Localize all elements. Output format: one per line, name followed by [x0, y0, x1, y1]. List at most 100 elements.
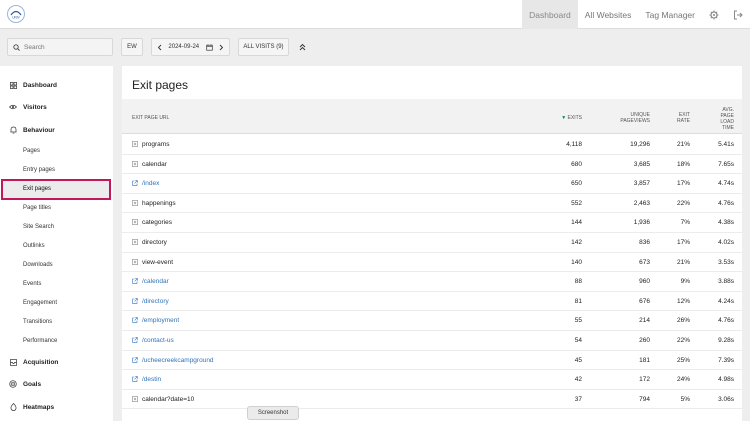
chevron-left-icon[interactable] [157, 44, 162, 51]
cell-exit-rate: 21% [676, 141, 690, 148]
cell-url[interactable]: /ucheecreekcampground [142, 351, 442, 370]
cell-url[interactable]: /index [142, 174, 442, 193]
sidebar-item-outlinks[interactable]: Outlinks [23, 241, 45, 251]
table-row[interactable]: programs 4,118 19,296 21% 5.41s [122, 135, 742, 155]
external-link-icon[interactable] [132, 278, 138, 284]
cell-avg-load-time: 7.65s [718, 160, 734, 168]
expand-row-icon[interactable] [132, 141, 138, 147]
sidebar-item-performance[interactable]: Performance [23, 336, 57, 346]
sidebar-item-events[interactable]: Events [23, 279, 41, 289]
cell-url[interactable]: programs [142, 135, 442, 154]
date-value[interactable]: 2024-09-24 [168, 44, 199, 50]
nav-dashboard[interactable]: Dashboard [522, 0, 578, 29]
table-row[interactable]: calendar 680 3,685 18% 7.65s [122, 155, 742, 175]
sidebar-item-site-search[interactable]: Site Search [23, 222, 54, 232]
cell-exit-rate: 26% [676, 317, 690, 325]
cell-exits: 55 [574, 317, 582, 325]
logout-icon[interactable] [726, 0, 750, 29]
chevron-right-icon[interactable] [219, 44, 224, 51]
sidebar-item-exit-pages[interactable]: Exit pages [1, 179, 111, 200]
column-header-exit-rate[interactable]: EXIT RATE [662, 112, 690, 124]
column-header-url[interactable]: EXIT PAGE URL [132, 115, 169, 121]
cell-exits: 650 [571, 180, 582, 188]
sidebar-label-visitors: Visitors [23, 103, 47, 111]
cell-exits: 42 [574, 376, 582, 384]
table-row[interactable]: /destin 42 172 24% 4.98s [122, 370, 742, 390]
sidebar-item-heatmaps[interactable]: Heatmaps [9, 401, 54, 413]
column-header-avg-load-time[interactable]: AVG. PAGE LOAD TIME [702, 107, 734, 131]
external-link-icon[interactable] [132, 356, 138, 363]
screenshot-toast[interactable]: Screenshot [247, 406, 299, 420]
sidebar-item-acquisition[interactable]: Acquisition [9, 356, 58, 368]
cell-exits: 54 [574, 337, 582, 344]
search-input[interactable] [24, 43, 104, 51]
sort-desc-icon: ▼ [561, 115, 567, 121]
external-link-icon[interactable] [132, 317, 138, 324]
table-row[interactable]: happenings 552 2,463 22% 4.76s [122, 194, 742, 214]
sidebar-item-downloads[interactable]: Downloads [23, 260, 53, 270]
expand-row-icon[interactable] [132, 199, 138, 206]
nav-tag-manager[interactable]: Tag Manager [638, 0, 702, 29]
cell-url[interactable]: directory [142, 233, 442, 252]
expand-row-icon[interactable] [132, 160, 138, 167]
sidebar-item-transitions[interactable]: Transitions [23, 317, 52, 327]
table-row[interactable]: categories 144 1,936 7% 4.38s [122, 213, 742, 233]
top-nav: Dashboard All Websites Tag Manager [522, 0, 750, 29]
sidebar-item-pages[interactable]: Pages [23, 146, 40, 156]
table-row[interactable]: /ucheecreekcampground 45 181 25% 7.39s [122, 351, 742, 371]
sidebar-item-behaviour[interactable]: Behaviour [9, 124, 55, 136]
visits-label: ALL VISITS [243, 44, 275, 50]
flame-icon [9, 403, 17, 411]
sidebar-item-entry-pages[interactable]: Entry pages [23, 165, 55, 175]
expand-row-icon[interactable] [132, 258, 138, 265]
sidebar-item-visitors[interactable]: Visitors [9, 101, 47, 113]
calendar-icon[interactable] [205, 43, 213, 51]
external-link-icon[interactable] [132, 337, 138, 343]
cell-url[interactable]: /directory [142, 292, 442, 311]
cell-url[interactable]: happenings [142, 194, 442, 213]
expand-row-icon[interactable] [132, 395, 138, 402]
cell-exit-rate: 9% [680, 278, 690, 286]
table-row[interactable]: view-event 140 673 21% 3.53s [122, 253, 742, 273]
cell-url[interactable]: view-event [142, 253, 442, 272]
cell-avg-load-time: 7.39s [718, 356, 734, 364]
sidebar-item-dashboard[interactable]: Dashboard [9, 79, 57, 91]
all-visits-segment[interactable]: ALL VISITS (9) [238, 38, 289, 56]
table-row[interactable]: calendar?date=10 37 794 5% 3.06s [122, 390, 742, 410]
cell-url[interactable]: calendar [142, 155, 442, 174]
site-logo[interactable]: UNIV [7, 5, 25, 23]
collapse-icon[interactable] [296, 40, 308, 54]
column-header-unique-line2: PAGEVIEWS [620, 118, 650, 124]
expand-row-icon[interactable] [132, 239, 138, 245]
expand-row-icon[interactable] [132, 219, 138, 226]
table-row[interactable]: /contact-us 54 260 22% 9.28s [122, 331, 742, 351]
sidebar-item-goals[interactable]: Goals [9, 378, 41, 390]
cell-url[interactable]: /calendar [142, 272, 442, 291]
cell-url[interactable]: /employment [142, 311, 442, 330]
column-header-exits[interactable]: ▼ EXITS [527, 115, 582, 121]
nav-all-websites[interactable]: All Websites [578, 0, 639, 29]
table-row[interactable]: directory 142 836 17% 4.02s [122, 233, 742, 253]
segment-button[interactable]: EW [121, 38, 143, 56]
cell-unique-pageviews: 260 [639, 337, 650, 344]
sidebar-item-page-titles[interactable]: Page titles [23, 203, 51, 213]
cell-url[interactable]: /contact-us [142, 331, 442, 350]
external-link-icon[interactable] [132, 298, 138, 304]
cell-unique-pageviews: 3,685 [633, 160, 650, 168]
search-box[interactable] [7, 38, 113, 56]
sidebar-label-dashboard: Dashboard [23, 81, 57, 89]
cell-unique-pageviews: 794 [639, 395, 650, 403]
table-row[interactable]: /directory 81 676 12% 4.24s [122, 292, 742, 312]
gear-icon[interactable] [702, 0, 726, 29]
cell-url[interactable]: categories [142, 213, 442, 232]
cell-url[interactable]: /destin [142, 370, 442, 389]
external-link-icon[interactable] [132, 180, 138, 186]
table-row[interactable]: /calendar 88 960 9% 3.88s [122, 272, 742, 292]
table-row[interactable]: /index 650 3,857 17% 4.74s [122, 174, 742, 194]
external-link-icon[interactable] [132, 376, 138, 382]
date-selector[interactable]: 2024-09-24 [151, 38, 230, 56]
sidebar-item-engagement[interactable]: Engagement [23, 298, 57, 308]
cell-unique-pageviews: 960 [639, 278, 650, 286]
table-row[interactable]: /employment 55 214 26% 4.76s [122, 311, 742, 331]
column-header-unique-pageviews[interactable]: UNIQUE PAGEVIEWS [592, 112, 650, 124]
